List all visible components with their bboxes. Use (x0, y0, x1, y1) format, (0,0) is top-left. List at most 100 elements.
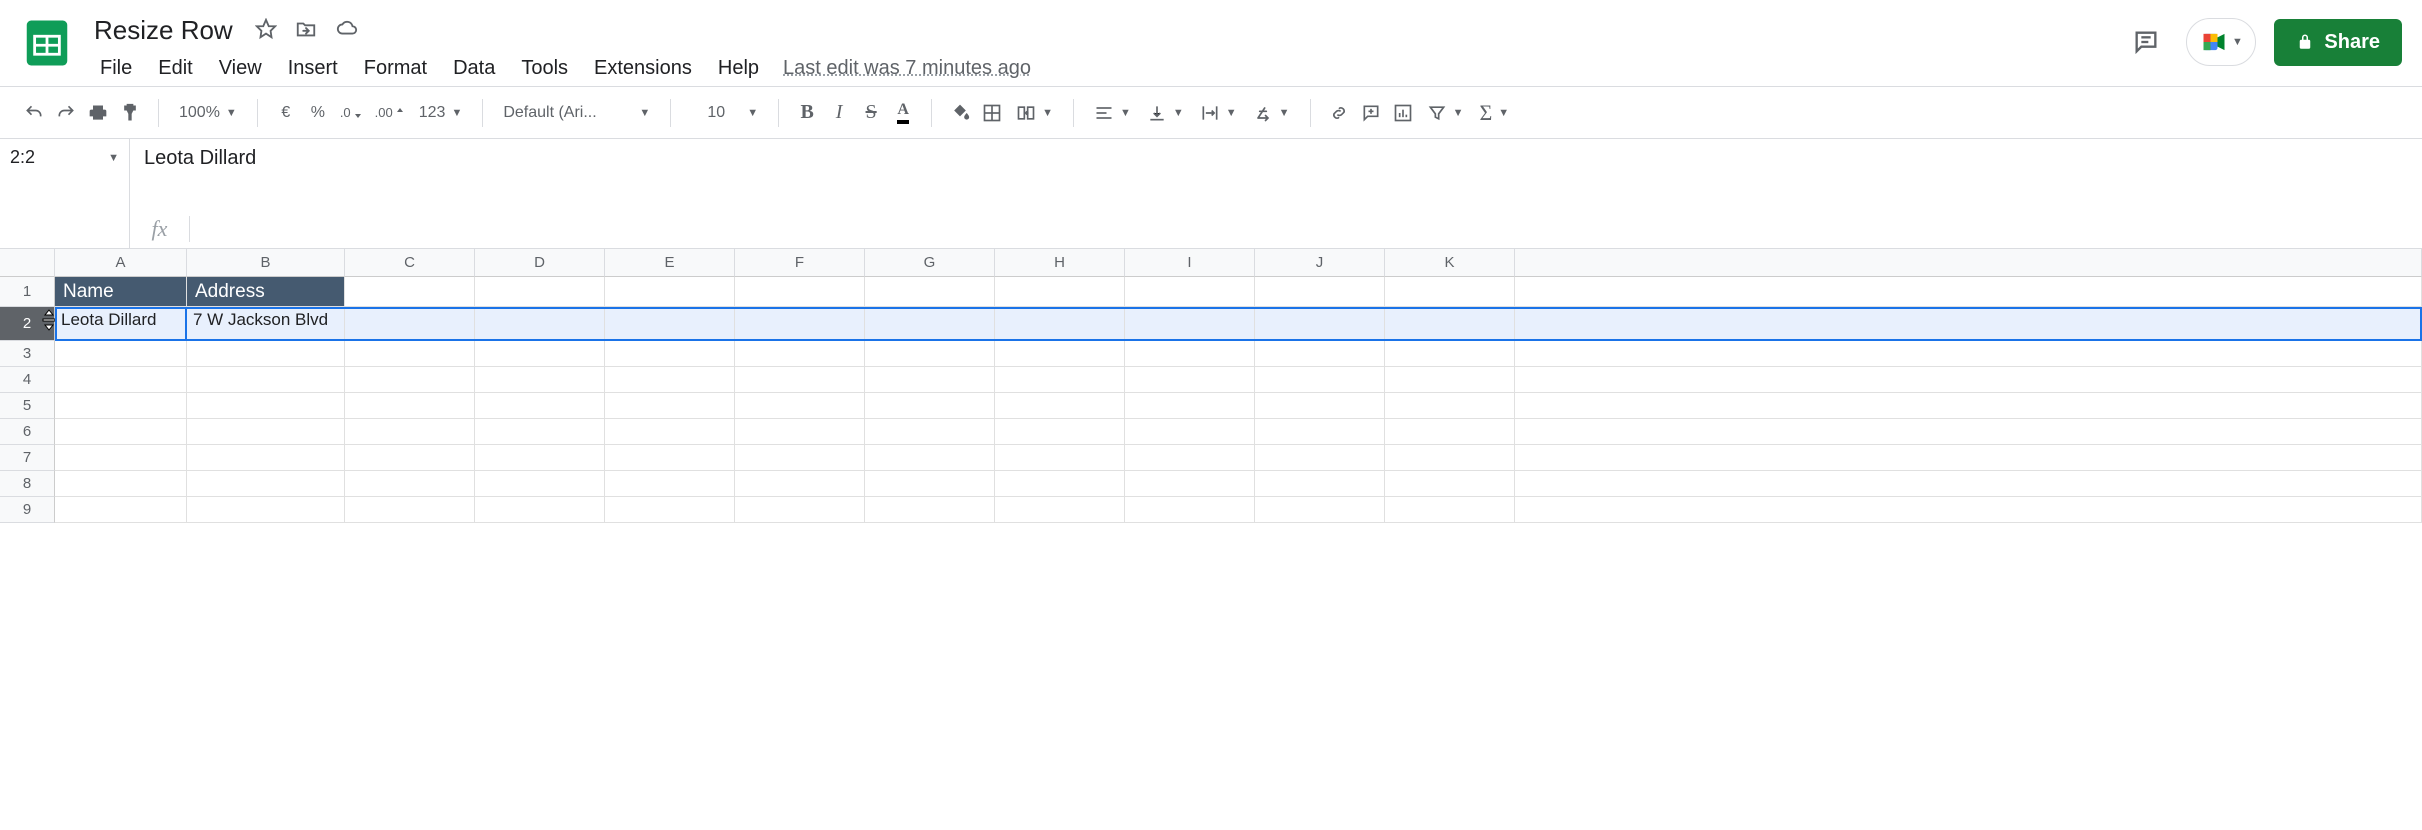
cell[interactable] (995, 445, 1125, 471)
last-edit-link[interactable]: Last edit was 7 minutes ago (783, 57, 1031, 80)
cell[interactable] (1385, 367, 1515, 393)
cell[interactable] (345, 445, 475, 471)
cell[interactable] (1255, 419, 1385, 445)
bold-button[interactable]: B (793, 98, 821, 128)
cell[interactable] (605, 341, 735, 367)
menu-format[interactable]: Format (352, 51, 439, 86)
meet-button[interactable]: ▼ (2186, 18, 2256, 66)
cell[interactable] (475, 445, 605, 471)
text-color-button[interactable]: A (889, 98, 917, 128)
cell[interactable] (345, 393, 475, 419)
menu-insert[interactable]: Insert (276, 51, 350, 86)
cell[interactable] (1515, 367, 2422, 393)
column-header[interactable]: H (995, 249, 1125, 277)
cell[interactable] (1255, 341, 1385, 367)
cell[interactable] (345, 497, 475, 523)
cell[interactable] (605, 393, 735, 419)
cell[interactable] (605, 445, 735, 471)
cell[interactable] (865, 419, 995, 445)
cell[interactable] (1515, 497, 2422, 523)
column-header[interactable]: F (735, 249, 865, 277)
cell[interactable] (187, 445, 345, 471)
cell[interactable] (995, 471, 1125, 497)
cell[interactable] (865, 341, 995, 367)
comments-icon[interactable] (2124, 20, 2168, 64)
cell[interactable] (55, 341, 187, 367)
functions-dropdown[interactable]: Σ▼ (1473, 100, 1515, 126)
insert-chart-button[interactable] (1389, 98, 1417, 128)
cell[interactable] (187, 393, 345, 419)
cell[interactable] (605, 497, 735, 523)
menu-data[interactable]: Data (441, 51, 507, 86)
column-header[interactable]: B (187, 249, 345, 277)
cell[interactable] (345, 471, 475, 497)
cell[interactable] (1515, 341, 2422, 367)
cell[interactable] (345, 341, 475, 367)
cell[interactable] (735, 419, 865, 445)
cell[interactable] (475, 497, 605, 523)
share-button[interactable]: Share (2274, 19, 2402, 66)
cell[interactable] (995, 419, 1125, 445)
cell[interactable] (345, 367, 475, 393)
cell[interactable] (1255, 471, 1385, 497)
zoom-dropdown[interactable]: 100%▼ (173, 104, 243, 122)
cell[interactable] (475, 341, 605, 367)
menu-extensions[interactable]: Extensions (582, 51, 704, 86)
cell[interactable]: Name (55, 277, 187, 307)
cell[interactable] (187, 497, 345, 523)
text-wrap-dropdown[interactable]: ▼ (1194, 103, 1243, 123)
row-header[interactable]: 9 (0, 497, 55, 523)
menu-help[interactable]: Help (706, 51, 771, 86)
cell[interactable] (475, 419, 605, 445)
print-icon[interactable] (84, 98, 112, 128)
cell[interactable] (1125, 419, 1255, 445)
column-header[interactable]: I (1125, 249, 1255, 277)
name-box[interactable]: 2:2 ▼ (0, 139, 129, 176)
cell[interactable] (1125, 471, 1255, 497)
format-currency-button[interactable]: € (272, 98, 300, 128)
cell[interactable] (1125, 367, 1255, 393)
doc-title[interactable]: Resize Row (88, 13, 239, 48)
cell[interactable] (55, 393, 187, 419)
horizontal-align-dropdown[interactable]: ▼ (1088, 103, 1137, 123)
cell[interactable] (735, 471, 865, 497)
cell[interactable] (1515, 307, 2422, 341)
cell[interactable] (1255, 307, 1385, 341)
cell[interactable] (1255, 367, 1385, 393)
cell[interactable] (1385, 393, 1515, 419)
cell[interactable]: 7 W Jackson Blvd (187, 307, 345, 341)
cell[interactable] (55, 367, 187, 393)
cell[interactable] (345, 277, 475, 307)
cell[interactable] (1385, 445, 1515, 471)
fill-color-button[interactable] (946, 98, 974, 128)
undo-icon[interactable] (20, 98, 48, 128)
cell[interactable] (735, 497, 865, 523)
column-header[interactable] (1515, 249, 2422, 277)
spreadsheet-grid[interactable]: A B C D E F G H I J K 1 Name Address (0, 249, 2422, 830)
row-header[interactable]: 8 (0, 471, 55, 497)
redo-icon[interactable] (52, 98, 80, 128)
cell[interactable]: Address (187, 277, 345, 307)
vertical-align-dropdown[interactable]: ▼ (1141, 103, 1190, 123)
formula-bar[interactable]: Leota Dillard (130, 139, 2422, 208)
cell[interactable] (735, 277, 865, 307)
move-icon[interactable] (295, 18, 317, 43)
decrease-decimal-button[interactable]: .0 (336, 98, 367, 128)
column-header[interactable]: J (1255, 249, 1385, 277)
cell[interactable] (865, 471, 995, 497)
cell[interactable] (1125, 307, 1255, 341)
insert-link-button[interactable] (1325, 98, 1353, 128)
column-header[interactable]: C (345, 249, 475, 277)
cell[interactable] (605, 367, 735, 393)
row-header[interactable]: 7 (0, 445, 55, 471)
row-header[interactable]: 5 (0, 393, 55, 419)
cell[interactable] (1255, 277, 1385, 307)
cell[interactable] (475, 367, 605, 393)
italic-button[interactable]: I (825, 98, 853, 128)
cell[interactable] (1385, 497, 1515, 523)
menu-view[interactable]: View (207, 51, 274, 86)
menu-file[interactable]: File (88, 51, 144, 86)
cell[interactable] (55, 419, 187, 445)
filter-dropdown[interactable]: ▼ (1421, 103, 1470, 123)
cell[interactable] (865, 367, 995, 393)
